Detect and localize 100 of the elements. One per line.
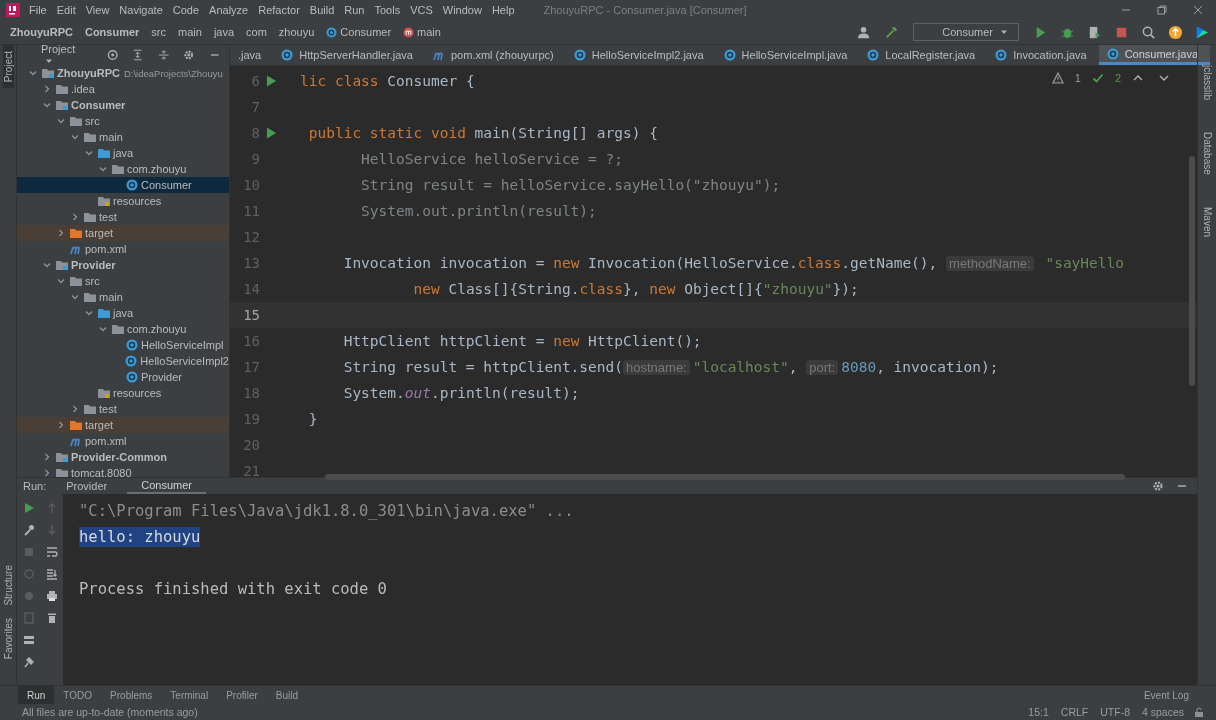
tree-item[interactable]: target: [17, 417, 229, 433]
menu-item[interactable]: Tools: [369, 4, 406, 16]
editor-tab[interactable]: HelloServiceImpl.java: [715, 45, 860, 65]
editor-tab[interactable]: LocalRegister.java: [859, 45, 988, 65]
tool-window-button[interactable]: Run: [18, 686, 55, 704]
status-item[interactable]: UTF-8: [1100, 706, 1130, 718]
editor-tab[interactable]: Invocation.java: [987, 45, 1099, 65]
restore-icon[interactable]: [1156, 4, 1168, 16]
stop-icon[interactable]: [22, 546, 35, 558]
close-icon[interactable]: [1192, 4, 1204, 16]
tree-item[interactable]: java: [17, 145, 229, 161]
status-item[interactable]: 4 spaces: [1141, 706, 1184, 718]
tree-item[interactable]: HelloServiceImpl: [17, 337, 229, 353]
target-icon[interactable]: [106, 49, 119, 61]
tree-item[interactable]: resources: [17, 385, 229, 401]
event-log-button[interactable]: Event Log: [1134, 686, 1198, 704]
warning-count[interactable]: 1: [1074, 72, 1081, 84]
menu-item[interactable]: Run: [339, 4, 370, 16]
project-view-dropdown[interactable]: Project: [23, 43, 88, 67]
menu-item[interactable]: Edit: [51, 4, 81, 16]
tree-item[interactable]: Provider: [17, 257, 229, 273]
tool-window-tab[interactable]: Favorites: [2, 611, 14, 665]
breadcrumb[interactable]: com: [246, 26, 267, 38]
tool-window-button[interactable]: Terminal: [161, 686, 218, 704]
run-tab[interactable]: Provider: [52, 478, 122, 494]
tree-item[interactable]: test: [17, 209, 229, 225]
caret-icon[interactable]: [1000, 28, 1008, 36]
tree-item[interactable]: HelloServiceImpl2: [17, 353, 229, 369]
settings-icon[interactable]: [1152, 480, 1164, 492]
run-gutter-icon[interactable]: [266, 75, 277, 87]
tree-item[interactable]: .idea: [17, 81, 229, 97]
scroll-to-end-icon[interactable]: [45, 568, 58, 580]
menu-item[interactable]: Navigate: [114, 4, 168, 16]
editor-tab[interactable]: Consumer.java: [1098, 45, 1210, 65]
editor-tab[interactable]: HttpServerHandler.java: [273, 45, 425, 65]
tool-window-button[interactable]: TODO: [54, 686, 102, 704]
rerun-icon[interactable]: [22, 502, 35, 514]
run-gutter-icon[interactable]: [266, 127, 277, 139]
print-icon[interactable]: [45, 590, 58, 602]
warning-icon[interactable]: [1051, 72, 1064, 84]
tree-item[interactable]: test: [17, 401, 229, 417]
menu-item[interactable]: Help: [486, 4, 520, 16]
check-icon[interactable]: [1091, 72, 1104, 84]
settings-icon[interactable]: [183, 49, 195, 61]
menu-item[interactable]: Analyze: [204, 4, 254, 16]
menu-item[interactable]: VCS: [405, 4, 438, 16]
status-item[interactable]: 15:1: [1028, 706, 1049, 718]
breadcrumb[interactable]: ZhouyuRPC: [10, 26, 73, 38]
tree-item[interactable]: Provider: [17, 369, 229, 385]
breadcrumb[interactable]: main: [403, 26, 441, 38]
breadcrumb[interactable]: src: [151, 26, 167, 38]
menu-item[interactable]: Refactor: [253, 4, 305, 16]
breadcrumb[interactable]: java: [213, 26, 235, 38]
menu-item[interactable]: File: [24, 4, 52, 16]
breadcrumb[interactable]: main: [178, 26, 202, 38]
breadcrumb[interactable]: zhouyu: [278, 26, 315, 38]
tool-window-tab[interactable]: Structure: [2, 559, 14, 612]
expand-all-icon[interactable]: [132, 49, 144, 61]
tool-window-tab[interactable]: Maven: [1201, 200, 1213, 243]
tree-item[interactable]: resources: [17, 193, 229, 209]
update-icon[interactable]: [1168, 24, 1183, 40]
layout-icon[interactable]: [22, 634, 35, 646]
tree-item[interactable]: com.zhouyu: [17, 321, 229, 337]
tool-window-button[interactable]: Profiler: [217, 686, 267, 704]
tree-item[interactable]: tomcat.8080: [17, 465, 229, 477]
menu-item[interactable]: Code: [167, 4, 205, 16]
horizontal-scrollbar[interactable]: [325, 474, 1125, 480]
tool-window-button[interactable]: Problems: [101, 686, 162, 704]
tool-window-tab[interactable]: Project: [2, 45, 14, 89]
vertical-scrollbar[interactable]: [1189, 156, 1195, 386]
tree-item[interactable]: Consumer: [17, 177, 229, 193]
tree-item[interactable]: com.zhouyu: [17, 161, 229, 177]
weak-warning-count[interactable]: 2: [1114, 72, 1121, 84]
menu-item[interactable]: View: [80, 4, 115, 16]
tree-item[interactable]: Consumer: [17, 97, 229, 113]
tree-item[interactable]: pom.xml: [17, 433, 229, 449]
menu-item[interactable]: Build: [304, 4, 340, 16]
tree-item[interactable]: java: [17, 305, 229, 321]
trash-icon[interactable]: [45, 612, 58, 624]
soft-wrap-icon[interactable]: [45, 546, 58, 558]
breadcrumb[interactable]: Consumer: [326, 26, 392, 38]
run-configuration-dropdown[interactable]: Consumer: [913, 23, 1019, 41]
breadcrumb[interactable]: Consumer: [84, 26, 140, 38]
hammer-icon[interactable]: [884, 24, 900, 40]
tree-item[interactable]: main: [17, 289, 229, 305]
lock-icon[interactable]: [1193, 706, 1205, 718]
editor-tab[interactable]: pom.xml (zhouyurpc): [425, 45, 566, 65]
tree-item[interactable]: src: [17, 113, 229, 129]
editor-tab[interactable]: .java: [230, 45, 274, 65]
wrench-icon[interactable]: [22, 524, 35, 536]
plugin-logo-icon[interactable]: [1195, 24, 1210, 40]
tool-window-button[interactable]: Build: [266, 686, 308, 704]
tree-item[interactable]: pom.xml: [17, 241, 229, 257]
tree-item[interactable]: target: [17, 225, 229, 241]
tree-item[interactable]: ZhouyuRPC D:\ideaProjects\Zhouyu: [17, 65, 229, 81]
editor-tab[interactable]: HelloServiceImpl2.java: [565, 45, 716, 65]
tool-window-tab[interactable]: Database: [1201, 126, 1213, 181]
caret-icon[interactable]: [45, 57, 53, 65]
collapse-all-icon[interactable]: [157, 49, 170, 61]
tree-item[interactable]: Provider-Common: [17, 449, 229, 465]
